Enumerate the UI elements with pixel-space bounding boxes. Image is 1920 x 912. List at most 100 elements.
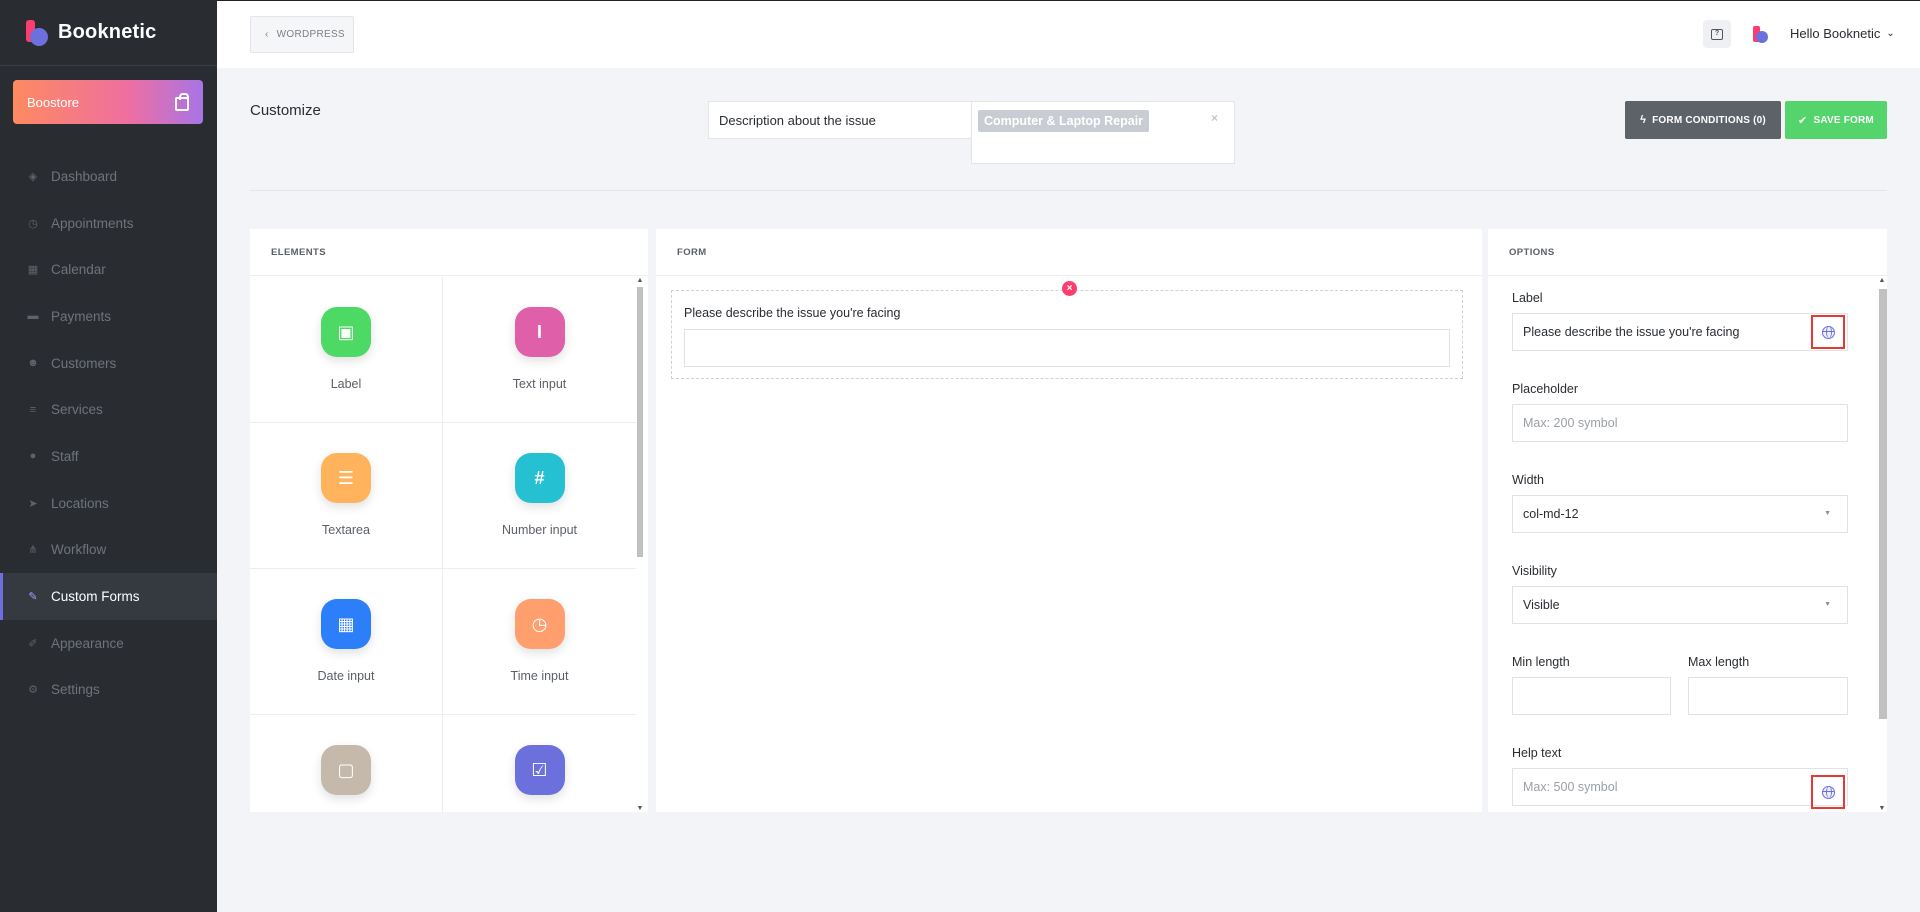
form-conditions-button[interactable]: ϟ FORM CONDITIONS (0) (1625, 101, 1781, 139)
user-avatar[interactable] (1753, 26, 1768, 44)
sidebar-item-label: Appointments (51, 215, 134, 231)
sidebar-item-label: Workflow (51, 542, 107, 558)
file-icon: ▢ (321, 745, 371, 795)
element-tile[interactable]: ▣ Label (250, 277, 443, 423)
back-to-wordpress-button[interactable]: ‹ WORDPRESS (250, 16, 354, 53)
visibility-value: Visible (1523, 598, 1560, 612)
max-length-input[interactable] (1688, 677, 1848, 715)
min-length-title: Min length (1512, 655, 1570, 669)
sidebar-item-label: Custom Forms (51, 589, 140, 605)
elements-scrollbar[interactable]: ▲ ▼ (636, 277, 644, 812)
remove-field-icon[interactable]: × (1062, 281, 1077, 296)
elements-title: ELEMENTS (250, 229, 648, 276)
width-title: Width (1512, 473, 1544, 487)
sidebar-item-workflow[interactable]: ⋔ Workflow (0, 527, 217, 574)
location-arrow-icon: ➤ (28, 497, 38, 510)
sidebar-item-label: Customers (51, 355, 117, 371)
clear-icon[interactable]: × (1211, 111, 1218, 125)
brush-icon: ✐ (28, 637, 38, 650)
element-tile[interactable]: ☑ (443, 715, 636, 812)
scroll-thumb[interactable] (1879, 289, 1887, 719)
field-label: Please describe the issue you're facing (684, 306, 901, 320)
element-label: Number input (501, 523, 578, 537)
sidebar-item-dashboard[interactable]: ◈ Dashboard (0, 153, 217, 200)
brand[interactable]: Booknetic (0, 0, 217, 66)
options-scrollbar[interactable]: ▲ ▼ (1877, 277, 1887, 812)
user-menu[interactable]: Hello Booknetic ⌄ (1790, 26, 1895, 41)
sidebar-item-calendar[interactable]: ▦ Calendar (0, 246, 217, 293)
user-icon: ● (29, 450, 37, 463)
help-text-input[interactable]: Max: 500 symbol (1512, 768, 1848, 806)
form-field-textarea[interactable]: Please describe the issue you're facing (671, 290, 1463, 379)
workflow-icon: ⋔ (28, 544, 38, 557)
caret-down-icon: ▼ (1824, 510, 1831, 517)
sidebar-item-label: Calendar (51, 262, 106, 278)
label-input[interactable]: Please describe the issue you're facing (1512, 313, 1848, 351)
credit-card-icon: ▬ (27, 310, 39, 323)
element-label: Date input (317, 669, 375, 683)
scroll-down-icon[interactable]: ▼ (636, 805, 644, 812)
scroll-thumb[interactable] (637, 287, 643, 557)
element-label: Label (330, 377, 362, 391)
scroll-up-icon[interactable]: ▲ (636, 277, 644, 284)
magic-wand-icon: ✎ (28, 591, 38, 604)
translate-label-button[interactable] (1811, 315, 1845, 349)
options-title: OPTIONS (1488, 229, 1887, 276)
save-form-label: SAVE FORM (1813, 114, 1874, 126)
element-tile[interactable]: ▦ Date input (250, 569, 443, 715)
element-tile[interactable]: I Text input (443, 277, 636, 423)
label-title: Label (1512, 291, 1543, 305)
sidebar-item-locations[interactable]: ➤ Locations (0, 480, 217, 527)
element-tile[interactable]: ▢ (250, 715, 443, 812)
sidebar-item-label: Payments (51, 308, 112, 324)
text-input-icon: I (514, 307, 565, 357)
question-icon: ? (1711, 28, 1723, 40)
boostore-button[interactable]: Boostore (13, 80, 203, 124)
help-text-title: Help text (1512, 746, 1562, 760)
visibility-title: Visibility (1512, 564, 1557, 578)
placeholder-input[interactable]: Max: 200 symbol (1512, 404, 1848, 442)
sidebar-item-payments[interactable]: ▬ Payments (0, 293, 217, 340)
help-button[interactable]: ? (1703, 20, 1731, 48)
service-chip[interactable]: Computer & Laptop Repair (978, 110, 1150, 132)
brand-name: Booknetic (58, 21, 157, 43)
divider (250, 190, 1887, 191)
element-tile[interactable]: # Number input (443, 423, 636, 569)
service-select[interactable]: Computer & Laptop Repair × (971, 101, 1235, 164)
page-title: Customize (250, 102, 321, 119)
visibility-select[interactable]: Visible ▼ (1512, 586, 1848, 624)
label-value: Please describe the issue you're facing (1523, 325, 1740, 339)
check-icon: ✔ (1798, 114, 1808, 127)
sidebar-item-label: Staff (51, 448, 79, 464)
clock-icon: ◷ (28, 217, 38, 230)
placeholder-value: Max: 200 symbol (1523, 416, 1618, 430)
min-length-input[interactable] (1512, 677, 1671, 715)
form-name-input[interactable]: Description about the issue (708, 101, 972, 139)
field-input-preview[interactable] (684, 329, 1450, 367)
list-icon: ≡ (29, 403, 37, 416)
sidebar-item-appointments[interactable]: ◷ Appointments (0, 200, 217, 247)
sidebar-item-appearance[interactable]: ✐ Appearance (0, 620, 217, 667)
form-conditions-label: FORM CONDITIONS (0) (1652, 114, 1766, 126)
globe-icon (1821, 785, 1835, 799)
back-label: WORDPRESS (276, 29, 345, 40)
sidebar-item-customers[interactable]: ☻ Customers (0, 340, 217, 387)
user-greeting: Hello Booknetic (1790, 26, 1881, 41)
scroll-up-icon[interactable]: ▲ (1878, 277, 1886, 284)
cube-icon: ◈ (28, 170, 38, 183)
clock-icon: ◷ (514, 599, 565, 649)
scroll-down-icon[interactable]: ▼ (1878, 805, 1886, 812)
save-form-button[interactable]: ✔ SAVE FORM (1785, 101, 1887, 139)
sidebar-item-staff[interactable]: ● Staff (0, 433, 217, 480)
sidebar-item-custom-forms[interactable]: ✎ Custom Forms (0, 573, 217, 620)
form-panel: FORM Please describe the issue you're fa… (656, 229, 1482, 812)
sidebar-item-settings[interactable]: ⚙ Settings (0, 667, 217, 714)
element-tile[interactable]: ◷ Time input (443, 569, 636, 715)
calendar-icon: ▦ (321, 599, 371, 649)
elements-grid: ▣ Label I Text input ☰ Textarea # Number input ▦… (250, 277, 636, 812)
sidebar-item-services[interactable]: ≡ Services (0, 386, 217, 433)
width-select[interactable]: col-md-12 ▼ (1512, 495, 1848, 533)
element-tile[interactable]: ☰ Textarea (250, 423, 443, 569)
translate-help-button[interactable] (1811, 775, 1845, 809)
sidebar-item-label: Appearance (51, 635, 124, 651)
